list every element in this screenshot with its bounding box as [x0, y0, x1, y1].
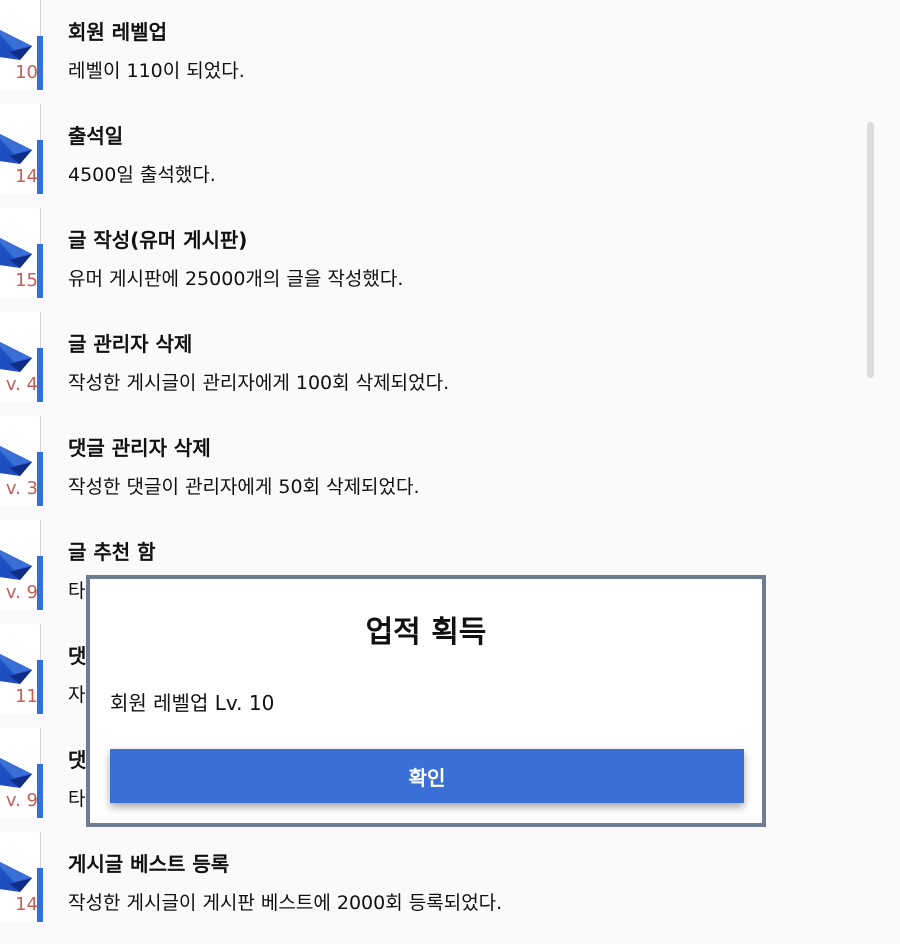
achievement-desc: 자: [68, 684, 86, 706]
achievement-title: 댓: [68, 748, 87, 772]
achievement-desc: 4500일 출석했다.: [68, 164, 216, 186]
achievement-item[interactable]: v. 3 댓글 관리자 삭제 작성한 댓글이 관리자에게 50회 삭제되었다.: [0, 416, 860, 520]
achievement-badge: 14: [0, 832, 44, 924]
envelope-badge-icon: [0, 446, 32, 476]
achievement-item[interactable]: v. 4 글 관리자 삭제 작성한 게시글이 관리자에게 100회 삭제되었다.: [0, 312, 860, 416]
achievement-dialog: 업적 획득 회원 레벨업 Lv. 10 확인: [86, 575, 766, 827]
achievement-desc: 작성한 게시글이 게시판 베스트에 2000회 등록되었다.: [68, 892, 503, 914]
achievement-title: 회원 레벨업: [68, 20, 167, 44]
envelope-badge-icon: [0, 30, 32, 60]
achievement-title: 게시글 베스트 등록: [68, 852, 230, 876]
achievement-title: 글 추천 함: [68, 540, 156, 564]
dialog-message: 회원 레벨업 Lv. 10: [110, 691, 275, 715]
achievement-badge: 15: [0, 208, 44, 300]
achievement-badge: 10: [0, 0, 44, 92]
envelope-badge-icon: [0, 654, 32, 684]
achievement-level: 14: [15, 166, 38, 187]
achievement-level: 14: [15, 894, 38, 915]
achievement-level: 11: [15, 686, 38, 707]
achievement-desc: 레벨이 110이 되었다.: [68, 60, 245, 82]
scrollbar[interactable]: [867, 122, 874, 378]
achievement-item[interactable]: 10 회원 레벨업 레벨이 110이 되었다.: [0, 0, 860, 104]
achievement-title: 댓글 관리자 삭제: [68, 436, 211, 460]
achievement-badge: v. 4: [0, 312, 44, 404]
achievement-level: 10: [15, 62, 38, 83]
achievement-item[interactable]: 15 글 작성(유머 게시판) 유머 게시판에 25000개의 글을 작성했다.: [0, 208, 860, 312]
dialog-title: 업적 획득: [365, 615, 487, 650]
achievement-item[interactable]: 14 게시글 베스트 등록 작성한 게시글이 게시판 베스트에 2000회 등록…: [0, 832, 860, 936]
achievement-level: v. 9: [5, 790, 38, 811]
achievement-desc: 타: [68, 788, 86, 810]
achievement-level: v. 4: [5, 374, 38, 395]
achievement-title: 글 작성(유머 게시판): [68, 228, 248, 252]
envelope-badge-icon: [0, 758, 32, 788]
achievement-badge: 11: [0, 624, 44, 716]
achievement-badge: v. 9: [0, 520, 44, 612]
envelope-badge-icon: [0, 862, 32, 892]
achievement-item[interactable]: 14 출석일 4500일 출석했다.: [0, 104, 860, 208]
confirm-button[interactable]: 확인: [110, 749, 744, 803]
achievement-badge: 14: [0, 104, 44, 196]
achievement-desc: 타: [68, 580, 86, 602]
achievement-desc: 유머 게시판에 25000개의 글을 작성했다.: [68, 268, 404, 290]
achievement-level: v. 9: [5, 582, 38, 603]
achievement-title: 출석일: [68, 124, 124, 148]
achievement-title: 글 관리자 삭제: [68, 332, 193, 356]
achievement-desc: 작성한 게시글이 관리자에게 100회 삭제되었다.: [68, 372, 450, 394]
achievement-title: 댓: [68, 644, 87, 668]
envelope-badge-icon: [0, 342, 32, 372]
achievement-level: 15: [15, 270, 38, 291]
envelope-badge-icon: [0, 134, 32, 164]
achievement-badge: v. 3: [0, 416, 44, 508]
achievement-desc: 작성한 댓글이 관리자에게 50회 삭제되었다.: [68, 476, 420, 498]
achievement-badge: v. 9: [0, 728, 44, 820]
achievement-level: v. 3: [5, 478, 38, 499]
envelope-badge-icon: [0, 238, 32, 268]
envelope-badge-icon: [0, 550, 32, 580]
